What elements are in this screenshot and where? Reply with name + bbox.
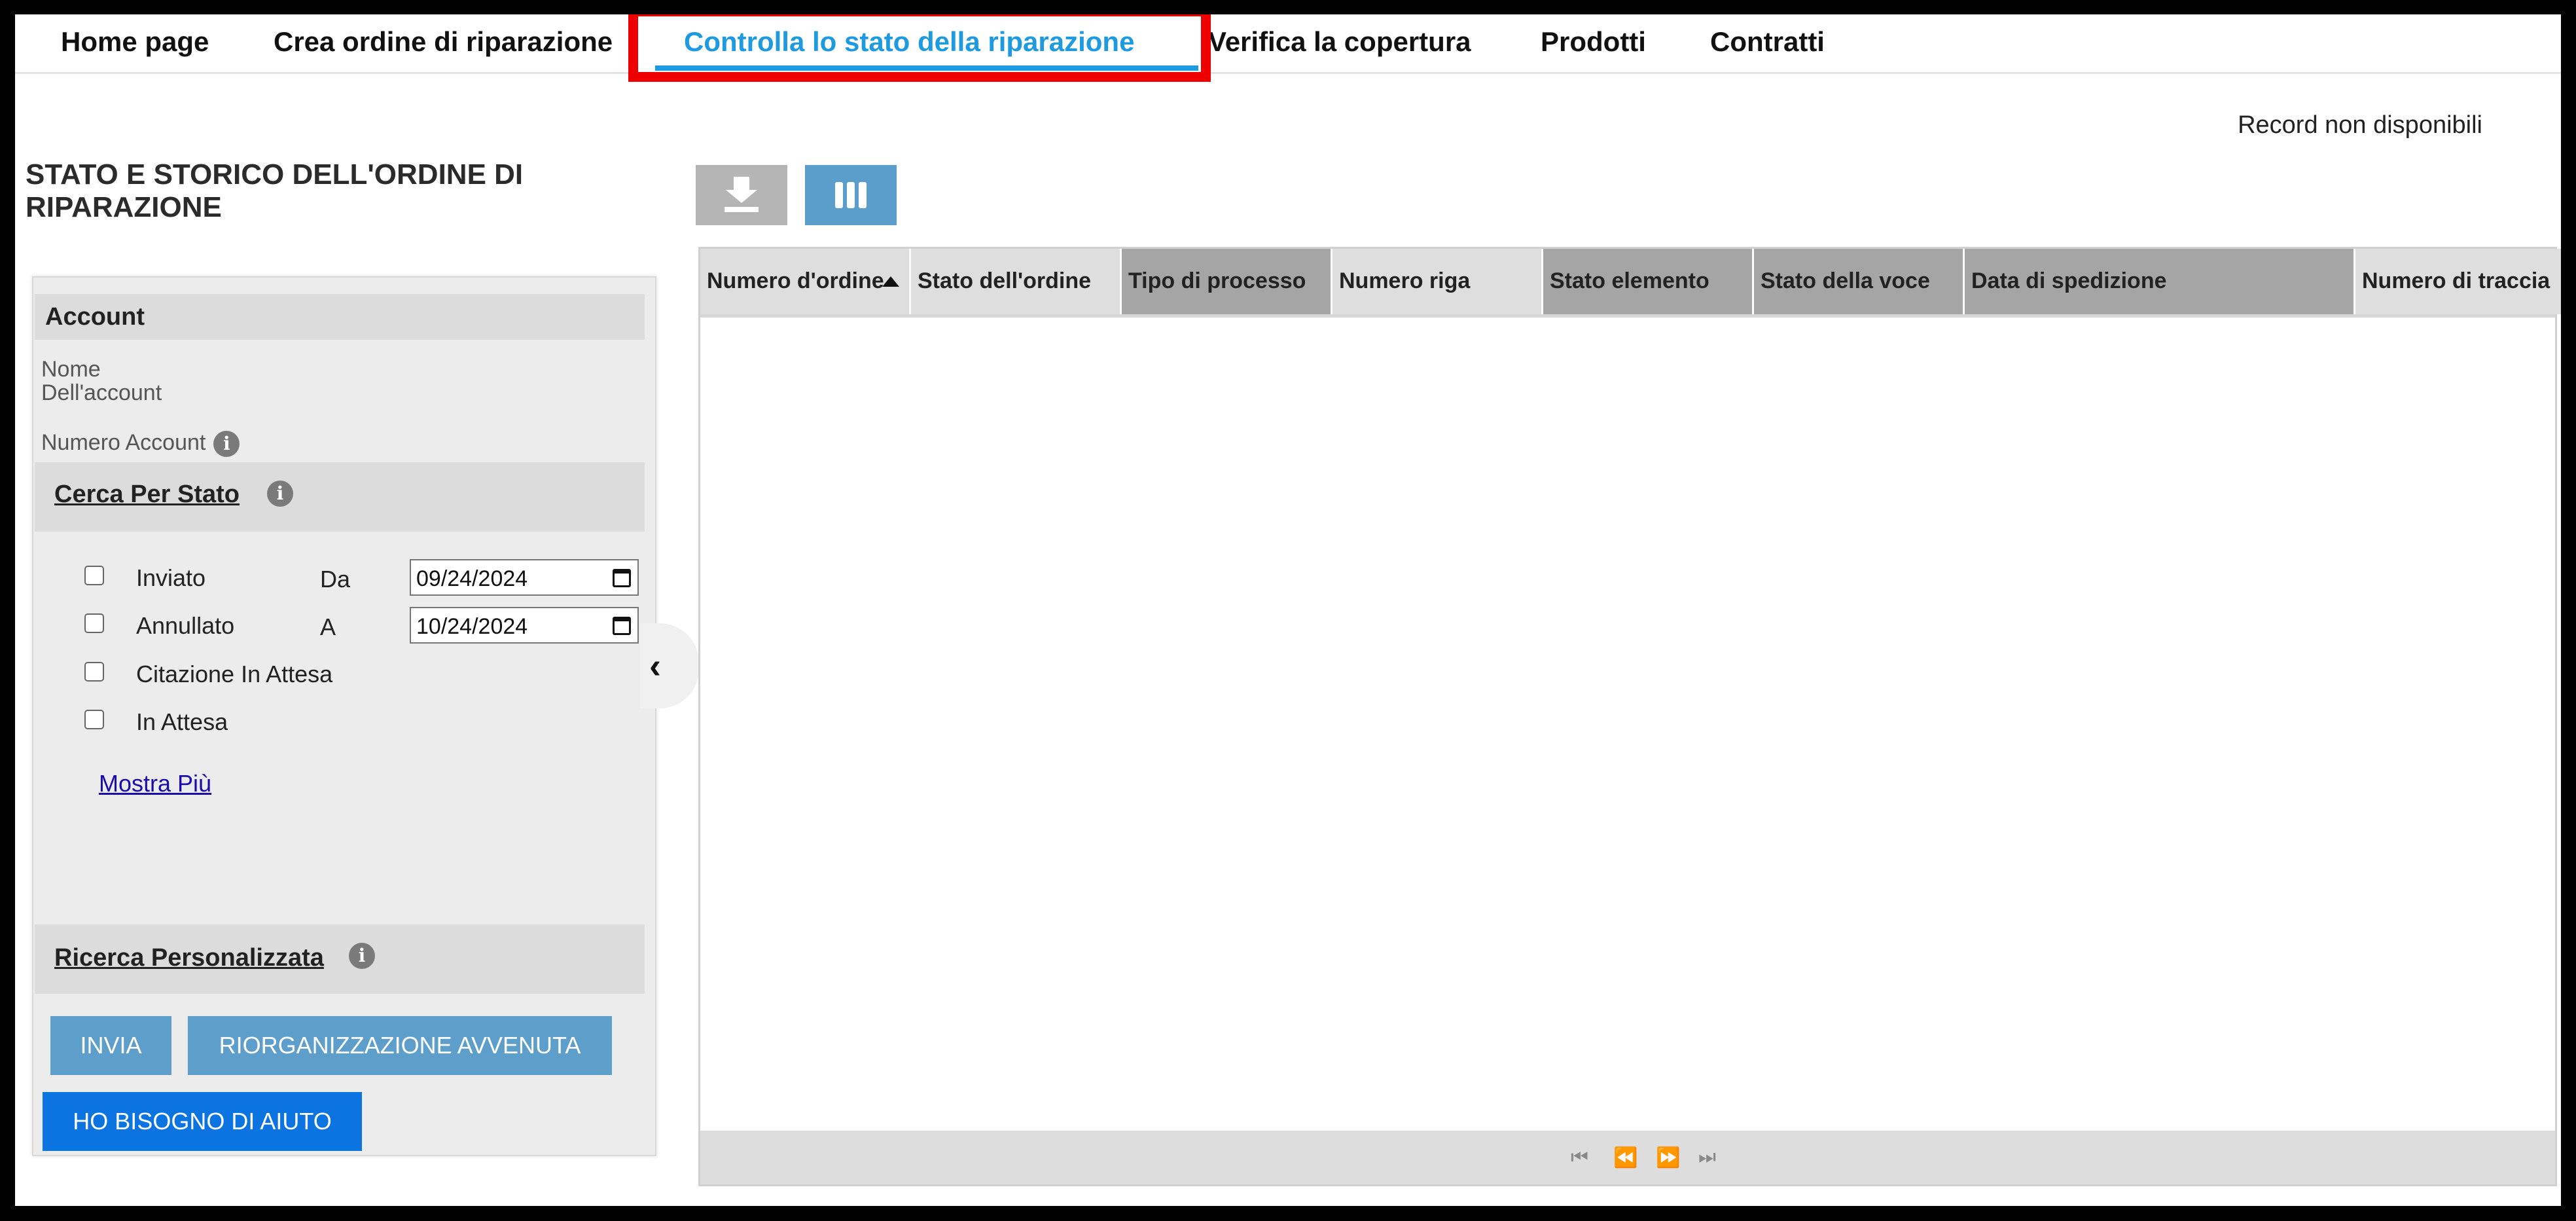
calendar-icon[interactable] [613,569,631,587]
option-label-citazione-in-attesa: Citazione In Attesa [136,661,333,687]
table-header: Numero d'ordine Stato dell'ordine Tipo d… [700,249,2561,318]
active-tab-underline [655,65,1198,71]
nav-create-repair-order[interactable]: Crea ordine di riparazione [274,26,613,58]
date-to-value: 10/24/2024 [416,614,528,639]
columns-icon [835,182,867,208]
table-pager: ⏮ ⏪ ⏩ ⏭ [700,1131,2555,1184]
date-from-input[interactable]: 09/24/2024 [410,559,639,596]
collapse-panel-button[interactable]: ‹ [640,623,699,708]
app-window: Home page Crea ordine di riparazione Con… [15,14,2561,1206]
column-header-label: Numero riga [1339,268,1471,293]
column-header-order-status[interactable]: Stato dell'ordine [911,249,1122,314]
checkbox-inviato[interactable] [84,566,104,585]
account-name-label: Nome Dell'account [41,357,162,405]
reset-button[interactable]: RIORGANIZZAZIONE AVVENUTA [188,1016,612,1075]
sort-ascending-icon [882,276,899,287]
nav-verify-coverage[interactable]: Verifica la copertura [1208,26,1471,58]
calendar-icon[interactable] [613,617,631,635]
page-title: STATO E STORICO DELL'ORDINE DI RIPARAZIO… [26,158,524,223]
column-header-label: Numero di traccia [2362,268,2550,293]
info-icon[interactable]: i [267,481,293,507]
download-icon [724,177,759,212]
search-by-status-label[interactable]: Cerca Per Stato [54,481,240,509]
info-icon[interactable]: i [349,943,375,969]
filter-panel: Account Nome Dell'account Numero Account… [32,276,656,1156]
nav-check-repair-status[interactable]: Controlla lo stato della riparazione [684,26,1134,58]
date-to-input[interactable]: 10/24/2024 [410,607,639,644]
column-header-shipping-date[interactable]: Data di spedizione [1965,249,2355,314]
column-header-tracking-number[interactable]: Numero di traccia [2355,249,2561,314]
custom-search-label[interactable]: Ricerca Personalizzata [54,944,324,972]
column-header-label: Data di spedizione [1971,268,2167,293]
last-page-icon[interactable]: ⏭ [1698,1146,1716,1169]
column-header-order-number[interactable]: Numero d'ordine [700,249,911,314]
account-header-label: Account [45,303,145,331]
column-header-item-status[interactable]: Stato della voce [1754,249,1965,314]
previous-page-icon[interactable]: ⏪ [1613,1146,1637,1169]
column-header-label: Stato dell'ordine [918,268,1091,293]
account-number-label: Numero Account i [41,430,240,458]
column-header-label: Tipo di processo [1128,268,1306,293]
account-section-header: Account [35,294,645,340]
show-more-link[interactable]: Mostra Più [99,770,211,797]
date-from-value: 09/24/2024 [416,566,528,591]
date-from-label: Da [320,566,351,592]
nav-contracts[interactable]: Contratti [1710,26,1825,58]
checkbox-in-attesa[interactable] [84,710,104,729]
help-button[interactable]: HO BISOGNO DI AIUTO [43,1092,362,1151]
column-header-label: Stato della voce [1761,268,1930,293]
first-page-icon[interactable]: ⏮ [1571,1146,1588,1169]
column-header-label: Stato elemento [1550,268,1709,293]
records-status-text: Record non disponibili [2238,111,2482,139]
nav-home-page[interactable]: Home page [61,26,209,58]
download-button[interactable] [696,165,787,225]
date-to-label: A [320,613,336,640]
column-header-process-type[interactable]: Tipo di processo [1122,249,1333,314]
search-by-status-header: Cerca Per Stato i [35,462,645,532]
next-page-icon[interactable]: ⏩ [1656,1146,1680,1169]
chevron-left-icon: ‹ [649,646,661,685]
option-label-in-attesa: In Attesa [136,708,228,735]
orders-table: Numero d'ordine Stato dell'ordine Tipo d… [698,247,2561,1186]
checkbox-annullato[interactable] [84,613,104,633]
columns-button[interactable] [805,165,897,225]
column-header-element-status[interactable]: Stato elemento [1543,249,1754,314]
option-label-annullato: Annullato [136,612,235,639]
option-label-inviato: Inviato [136,564,206,591]
info-icon[interactable]: i [213,431,240,458]
checkbox-citazione-in-attesa[interactable] [84,662,104,682]
submit-button[interactable]: INVIA [50,1016,171,1075]
account-number-text: Numero Account [41,430,206,455]
column-header-line-number[interactable]: Numero riga [1333,249,1543,314]
custom-search-header: Ricerca Personalizzata i [35,924,645,994]
nav-products[interactable]: Prodotti [1541,26,1646,58]
top-navigation: Home page Crea ordine di riparazione Con… [15,14,2561,74]
column-header-label: Numero d'ordine [707,268,884,293]
